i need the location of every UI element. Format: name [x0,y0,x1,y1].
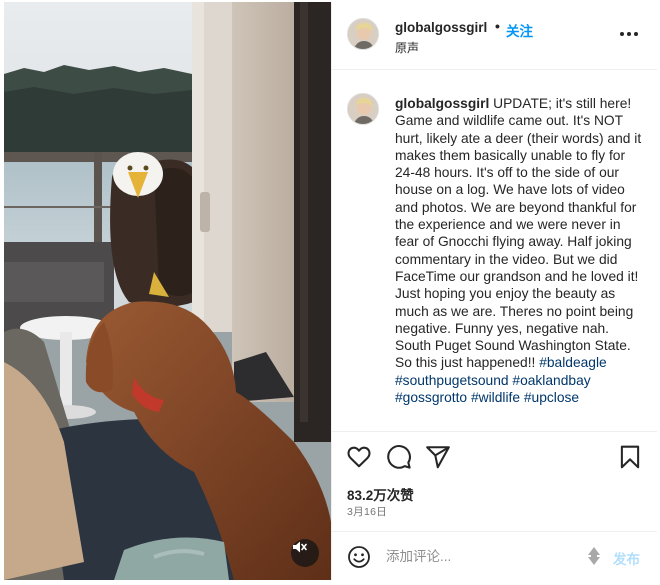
like-count[interactable]: 83.2万次赞 [347,484,414,504]
hashtag[interactable]: #gossgrotto [395,390,467,405]
caption-text: globalgossgirl UPDATE; it's still here! … [395,95,647,406]
avatar-image [348,19,378,49]
avatar-image [348,94,378,124]
comment-input[interactable] [386,545,571,567]
caption-body: UPDATE; it's still here! Game and wildli… [395,96,642,371]
caption-avatar[interactable] [347,93,379,125]
more-options-icon[interactable] [617,24,641,44]
muted-speaker-icon [293,541,307,553]
comment-bar: 发布 [332,531,657,580]
mute-button[interactable] [291,539,319,567]
comment-icon[interactable] [386,444,412,470]
hashtag[interactable]: #baldeagle [539,355,607,370]
hashtag[interactable]: #oaklandbay [512,373,590,388]
post-media[interactable] [4,2,331,580]
heart-icon[interactable] [346,444,372,470]
caption-section: globalgossgirl UPDATE; it's still here! … [332,71,657,431]
audio-label[interactable]: 原声 [395,39,419,56]
username[interactable]: globalgossgirl [395,20,487,35]
caption-username[interactable]: globalgossgirl [395,96,489,111]
sort-icon[interactable] [586,546,602,566]
post-panel: globalgossgirl • 关注 原声 globalgossgirl UP… [331,2,657,580]
bookmark-icon[interactable] [617,444,643,470]
separator-dot: • [495,18,500,34]
avatar[interactable] [347,18,379,50]
post-comment-button[interactable]: 发布 [613,548,640,568]
post-header: globalgossgirl • 关注 原声 [332,2,657,70]
action-bar: 83.2万次赞 3月16日 [332,431,657,531]
send-icon[interactable] [425,444,451,470]
follow-button[interactable]: 关注 [506,20,533,40]
emoji-icon[interactable] [347,545,371,569]
post-date[interactable]: 3月16日 [347,504,387,519]
hashtag[interactable]: #wildlife [471,390,520,405]
hashtag[interactable]: #upclose [524,390,579,405]
media-scene [4,2,331,580]
hashtag[interactable]: #southpugetsound [395,373,509,388]
